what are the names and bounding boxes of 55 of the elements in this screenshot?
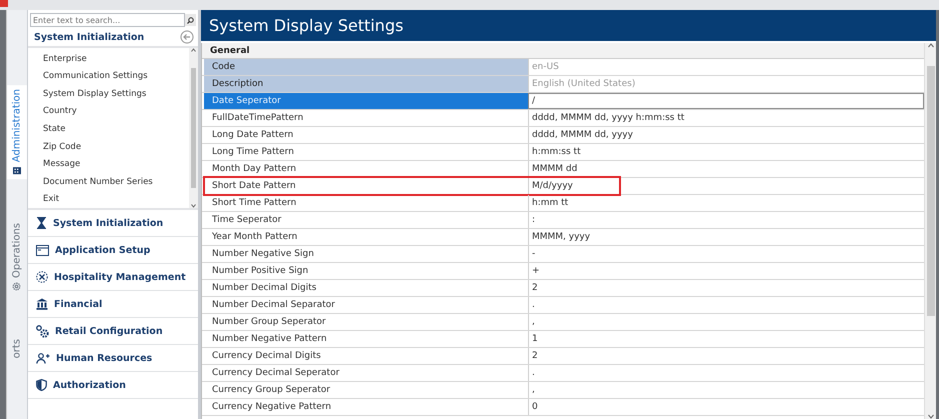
property-name[interactable]: Month Day Pattern [204,161,528,177]
page-title: System Display Settings [201,10,936,41]
side-tab[interactable]: Operations [7,219,27,296]
shield-icon [36,379,47,391]
property-name[interactable]: Number Group Seperator [204,314,528,330]
sidebar-item[interactable]: Zip Code [28,138,189,156]
gears-icon [36,324,49,338]
property-name[interactable]: Currency Negative Pattern [204,399,528,415]
side-tab[interactable]: orts [7,335,27,363]
scroll-down-icon[interactable] [191,204,196,208]
sidebar-item[interactable]: Country [28,102,189,120]
scroll-up-icon[interactable] [928,43,934,48]
property-name[interactable]: Number Negative Pattern [204,331,528,347]
scroll-down-icon[interactable] [928,414,934,419]
gear-icon [12,282,22,292]
search-field[interactable]: Enter text to search... [30,13,185,27]
app-icon [0,0,8,7]
bank-icon [36,298,48,310]
window-icon [36,244,49,256]
property-name[interactable]: Currency Group Seperator [204,382,528,398]
search-icon[interactable] [185,14,196,26]
property-name[interactable]: Long Date Pattern [204,127,528,143]
property-name[interactable]: Short Time Pattern [204,195,528,211]
sidebar-item[interactable]: System Display Settings [28,85,189,103]
property-name[interactable]: Currency Decimal Digits [204,348,528,364]
property-name[interactable]: Short Date Pattern [204,178,528,194]
property-name[interactable]: Description [204,76,528,92]
people-icon [36,352,50,364]
scrollbar[interactable] [924,43,936,419]
property-name[interactable]: Time Seperator [204,212,528,228]
sidebar-item[interactable]: State [28,120,189,138]
sidebar-item[interactable]: Enterprise [28,50,189,68]
sidebar-header: System Initialization [34,32,144,42]
property-name[interactable]: Number Negative Sign [204,246,528,262]
property-name[interactable]: Currency Decimal Seperator [204,365,528,381]
sidebar-item[interactable]: Communication Settings [28,68,189,86]
property-value[interactable]: / [528,93,924,109]
cross-circle-icon [36,271,48,283]
property-name[interactable]: Number Positive Sign [204,263,528,279]
property-name[interactable]: FullDateTimePattern [204,110,528,126]
side-tab[interactable]: Administration [7,85,27,180]
property-name[interactable]: Year Month Pattern [204,229,528,245]
scroll-up-icon[interactable] [191,48,196,52]
hourglass-icon [36,217,47,229]
property-name[interactable]: Number Decimal Digits [204,280,528,296]
property-name[interactable]: Number Decimal Separator [204,297,528,313]
sidebar-item[interactable]: Message [28,155,189,173]
building-icon [12,166,22,176]
property-name[interactable]: Date Seperator [204,93,528,109]
property-name[interactable]: Code [204,59,528,75]
scrollbar[interactable] [189,48,198,208]
property-name[interactable]: Long Time Pattern [204,144,528,160]
sidebar-item[interactable]: Document Number Series [28,172,189,190]
section-header: General [202,43,924,59]
sidebar-item[interactable]: Exit [28,190,189,208]
